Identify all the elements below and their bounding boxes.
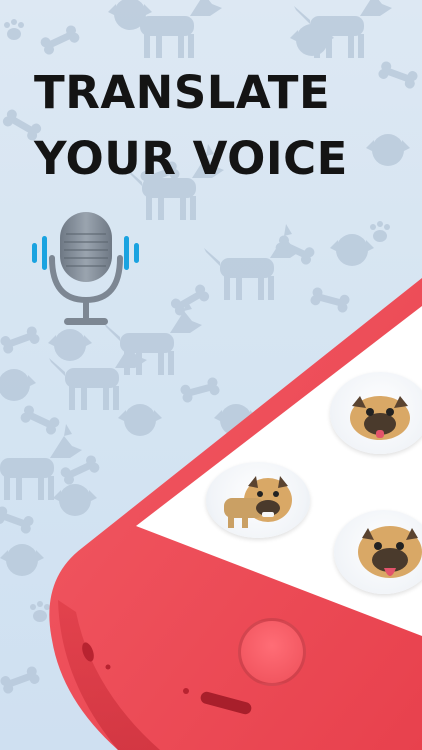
mic-hole bbox=[105, 664, 111, 670]
pug-sticker[interactable] bbox=[330, 372, 422, 454]
screw-hole bbox=[183, 688, 189, 694]
home-button[interactable] bbox=[238, 618, 306, 686]
bulldog-face-icon bbox=[224, 476, 292, 528]
bulldog-sticker[interactable] bbox=[206, 462, 310, 538]
pug-face-icon bbox=[350, 396, 410, 440]
